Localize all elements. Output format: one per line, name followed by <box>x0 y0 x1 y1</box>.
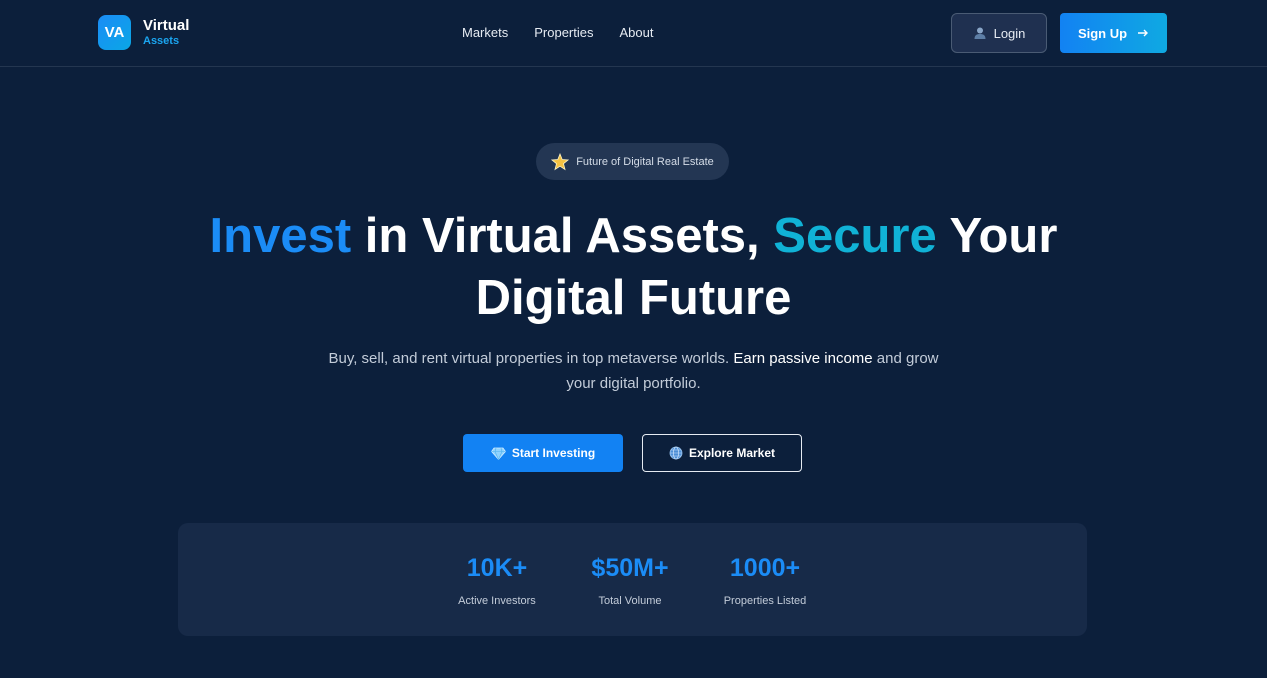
stat-investors: 10K+ Active Investors <box>437 553 557 607</box>
stat-label: Total Volume <box>598 595 662 607</box>
start-investing-label: Start Investing <box>511 446 596 460</box>
logo-badge: VA <box>98 15 131 50</box>
star-icon <box>551 152 570 170</box>
main-nav: Markets Properties About <box>462 25 653 40</box>
nav-link-markets[interactable]: Markets <box>462 25 508 40</box>
user-icon <box>974 27 986 39</box>
stat-value: 1000+ <box>729 554 801 582</box>
logo-text: Virtual Assets <box>143 18 189 47</box>
login-button[interactable]: Login <box>951 13 1047 53</box>
logo-title: Virtual <box>143 17 190 34</box>
stat-label: Active Investors <box>458 595 536 607</box>
signup-label: Sign Up <box>1077 25 1128 41</box>
diamond-icon <box>490 447 506 460</box>
login-label: Login <box>993 25 1026 41</box>
headline-secure: Secure <box>773 209 937 263</box>
headline-invest: Invest <box>209 209 352 263</box>
headline-your: Your <box>936 209 1058 263</box>
stats-panel: 10K+ Active Investors $50M+ Total Volume… <box>178 523 1087 636</box>
signup-button[interactable]: Sign Up <box>1060 13 1167 53</box>
explore-market-button[interactable]: Explore Market <box>642 434 802 472</box>
hero-subtext: Buy, sell, and rent virtual properties i… <box>320 346 947 396</box>
arrow-right-icon <box>1138 29 1149 37</box>
brand-logo[interactable]: VA Virtual Assets <box>98 15 189 50</box>
stat-label: Properties Listed <box>723 595 807 607</box>
subtext-part1: Buy, sell, and rent virtual properties i… <box>328 350 734 367</box>
subtext-emphasis: Earn passive income <box>733 350 873 367</box>
stat-value: $50M+ <box>591 554 669 582</box>
navbar: VA Virtual Assets Markets Properties Abo… <box>0 0 1267 67</box>
start-investing-button[interactable]: Start Investing <box>463 434 623 472</box>
hero-badge: Future of Digital Real Estate <box>536 143 729 180</box>
nav-link-properties[interactable]: Properties <box>534 25 593 40</box>
hero-headline: Invest in Virtual Assets, Secure Your Di… <box>0 205 1267 329</box>
explore-market-label: Explore Market <box>688 446 776 460</box>
globe-icon <box>669 446 683 460</box>
stat-volume: $50M+ Total Volume <box>570 553 690 607</box>
stat-value: 10K+ <box>466 554 528 582</box>
headline-middle: in Virtual Assets, <box>351 209 774 263</box>
stat-properties: 1000+ Properties Listed <box>705 553 825 607</box>
nav-link-about[interactable]: About <box>619 25 653 40</box>
logo-subtitle: Assets <box>143 35 180 47</box>
headline-line2: Digital Future <box>475 271 792 325</box>
hero-badge-text: Future of Digital Real Estate <box>576 155 714 168</box>
